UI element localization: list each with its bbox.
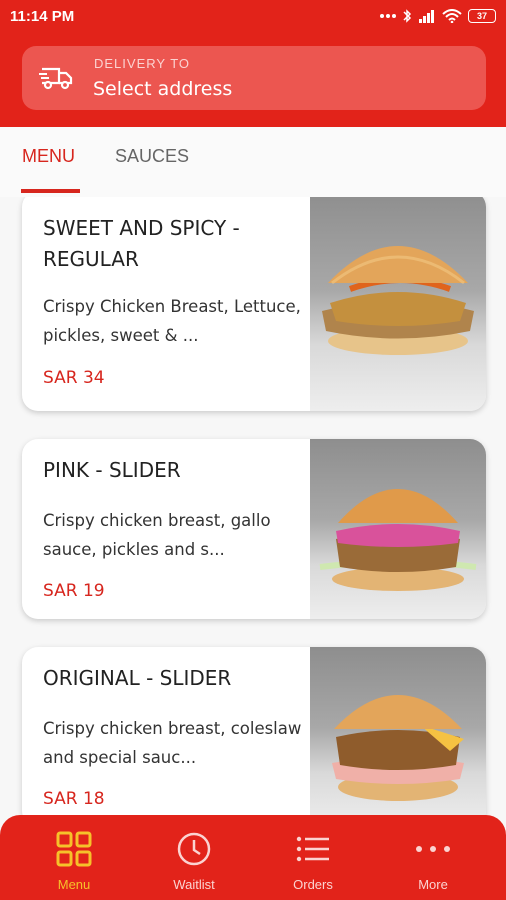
bottom-navigation: Menu Waitlist Orders More [0,815,506,900]
menu-list[interactable]: SWEET AND SPICY - REGULAR Crispy Chicken… [0,197,506,817]
status-icons: 37 [380,9,496,23]
clock-icon [177,832,211,866]
menu-item-price: SAR 18 [43,789,105,809]
app-screen: 11:14 PM 37 DELIVERY TO Select address M… [0,0,506,900]
delivery-label: DELIVERY TO [94,56,191,71]
bluetooth-icon [403,9,412,23]
burger-image [319,489,477,591]
nav-menu[interactable]: Menu [14,815,134,900]
nav-more-label: More [418,877,448,892]
menu-item-card[interactable]: ORIGINAL - SLIDER Crispy chicken breast,… [22,647,486,817]
header: 11:14 PM 37 DELIVERY TO Select address [0,0,506,127]
wifi-icon [442,9,462,23]
tab-menu[interactable]: MENU [22,146,75,167]
menu-item-photo [310,439,486,619]
menu-item-description: Crispy chicken breast, coleslaw and spec… [43,719,302,767]
battery-level: 37 [476,11,487,21]
burger-image [332,695,464,801]
active-tab-indicator [21,189,80,193]
menu-item-description: Crispy chicken breast, gallo sauce, pick… [43,511,271,559]
nav-more[interactable]: More [373,815,493,900]
nav-orders-label: Orders [293,877,333,892]
nav-waitlist[interactable]: Waitlist [134,815,254,900]
tab-sauces[interactable]: SAUCES [115,146,189,167]
menu-item-description: Crispy Chicken Breast, Lettuce, pickles,… [43,297,301,345]
delivery-address-value: Select address [93,78,233,100]
more-dots-icon [416,846,450,852]
menu-item-title: SWEET AND SPICY - REGULAR [43,216,240,271]
battery-icon: 37 [468,9,496,23]
menu-item-title: ORIGINAL - SLIDER [43,666,232,690]
menu-item-title: PINK - SLIDER [43,458,181,482]
status-bar: 11:14 PM 37 [0,0,506,36]
more-dots-icon [380,14,396,18]
menu-item-card[interactable]: SWEET AND SPICY - REGULAR Crispy Chicken… [22,197,486,411]
signal-icon [419,10,434,23]
menu-item-price: SAR 19 [43,581,105,601]
menu-item-photo [310,197,486,411]
category-tabs: MENU SAUCES [0,127,506,197]
menu-item-card[interactable]: PINK - SLIDER Crispy chicken breast, gal… [22,439,486,619]
nav-orders[interactable]: Orders [253,815,373,900]
menu-item-price: SAR 34 [43,368,105,388]
grid-icon [56,831,92,867]
burger-image [322,246,474,355]
delivery-truck-icon [39,67,73,90]
nav-waitlist-label: Waitlist [173,877,215,892]
status-time: 11:14 PM [10,8,75,25]
nav-menu-label: Menu [57,877,91,892]
delivery-address-selector[interactable]: DELIVERY TO Select address [22,46,486,110]
menu-item-photo [310,647,486,817]
list-icon [296,836,329,862]
